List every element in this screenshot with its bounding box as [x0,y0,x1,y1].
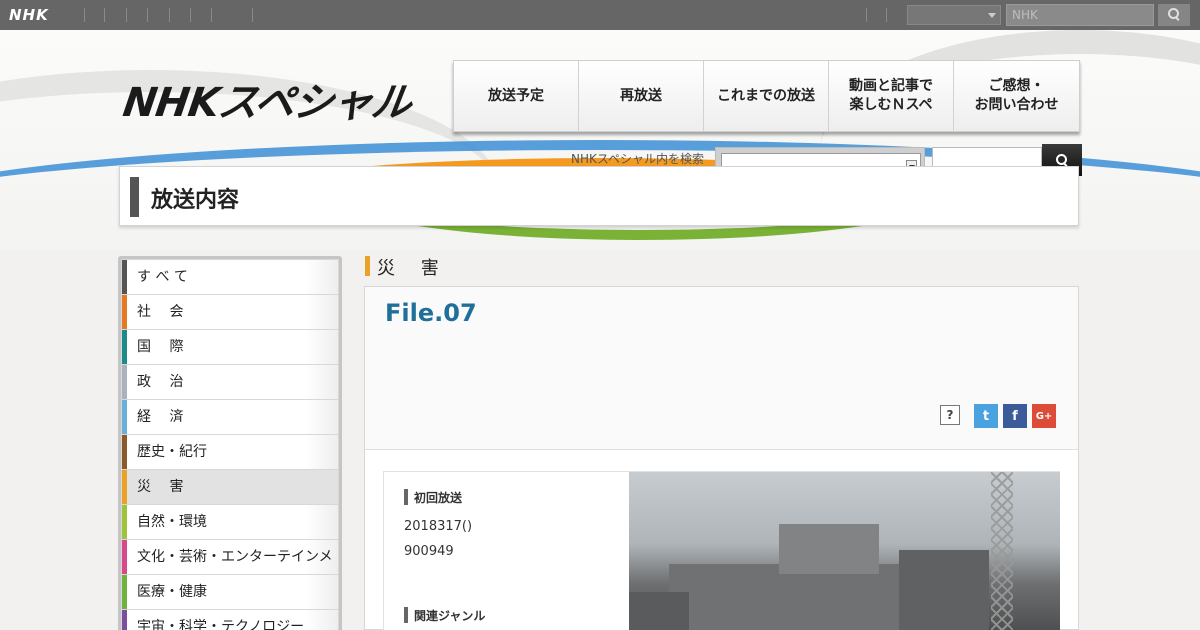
nav-past-broadcasts[interactable]: これまでの放送 [704,61,829,131]
global-select[interactable] [907,5,1001,25]
separator [190,8,191,22]
global-search-input[interactable]: NHK [1006,4,1154,26]
sidebar-item[interactable]: 宇宙・科学・テクノロジー [122,610,338,630]
page-title-banner: 放送内容 [119,166,1079,226]
program-info: 初回放送 2018317() 900949 関連ジャンル [383,471,1060,630]
separator [104,8,105,22]
program-card: File.07 ? t f G+ 初回放送 2018317() 900949 関… [364,286,1079,630]
related-genre-label: 関連ジャンル [404,607,485,624]
search-icon [1168,8,1180,20]
sidebar-item[interactable]: 医療・健康 [122,575,338,609]
separator [84,8,85,22]
sidebar-item-label: 宇宙・科学・テクノロジー [137,619,305,630]
program-title: File.07 [385,299,477,327]
nav-rerun[interactable]: 再放送 [579,61,704,131]
sidebar-item[interactable]: 経 済 [122,400,338,434]
sidebar-item-label: 経 済 [137,409,184,425]
sidebar-item[interactable]: 歴史・紀行 [122,435,338,469]
sidebar-item-label: 医療・健康 [137,584,207,600]
sidebar-item-label: 災 害 [137,479,184,495]
twitter-icon[interactable]: t [974,404,998,428]
site-search-label: NHKスペシャル内を検索 [571,152,705,166]
separator [252,8,253,22]
broadcast-label: 初回放送 [404,489,462,506]
page-title: 放送内容 [151,188,240,213]
nav-schedule[interactable]: 放送予定 [454,61,579,131]
separator [169,8,170,22]
program-photo [629,472,1060,630]
sidebar-item[interactable]: 政 治 [122,365,338,399]
sidebar-item[interactable]: 国 際 [122,330,338,364]
sidebar-item[interactable]: 災 害 [122,470,338,504]
help-icon[interactable]: ? [940,405,960,425]
sidebar-item-label: 政 治 [137,374,184,390]
separator [211,8,212,22]
global-bar: NHK NHK [0,0,1200,30]
separator [126,8,127,22]
broadcast-time: 900949 [404,544,454,559]
chevron-down-icon [988,13,996,18]
nhk-logo[interactable]: NHK [9,6,49,24]
main-nav: 放送予定 再放送 これまでの放送 動画と記事で 楽しむＮスペ ご感想・ お問い合わせ [453,60,1080,132]
sidebar-item[interactable]: 文化・芸術・エンターテインメント [122,540,338,599]
global-search-button[interactable] [1158,4,1190,26]
search-icon [1056,154,1068,166]
nav-videos-articles[interactable]: 動画と記事で 楽しむＮスペ [829,61,954,131]
sidebar-item[interactable]: 社 会 [122,295,338,329]
sidebar-item-label: 歴史・紀行 [137,444,207,460]
separator [147,8,148,22]
separator [866,8,867,22]
facebook-icon[interactable]: f [1003,404,1027,428]
sidebar-item-label: 国 際 [137,339,184,355]
sidebar-item[interactable]: 自然・環境 [122,505,338,539]
nav-feedback[interactable]: ご感想・ お問い合わせ [954,61,1079,131]
separator [886,8,887,22]
sidebar-item-label: 自然・環境 [137,514,207,530]
sidebar-item[interactable]: す べ て [122,260,338,294]
sidebar-item-label: 社 会 [137,304,184,320]
nhk-special-logo[interactable]: NHKスペシャル [120,70,415,128]
genre-sidebar: す べ て社 会国 際政 治経 済歴史・紀行災 害自然・環境文化・芸術・エンター… [118,256,342,630]
broadcast-date: 2018317() [404,519,473,534]
google-plus-icon[interactable]: G+ [1032,404,1056,428]
sidebar-item-label: す べ て [137,269,188,285]
